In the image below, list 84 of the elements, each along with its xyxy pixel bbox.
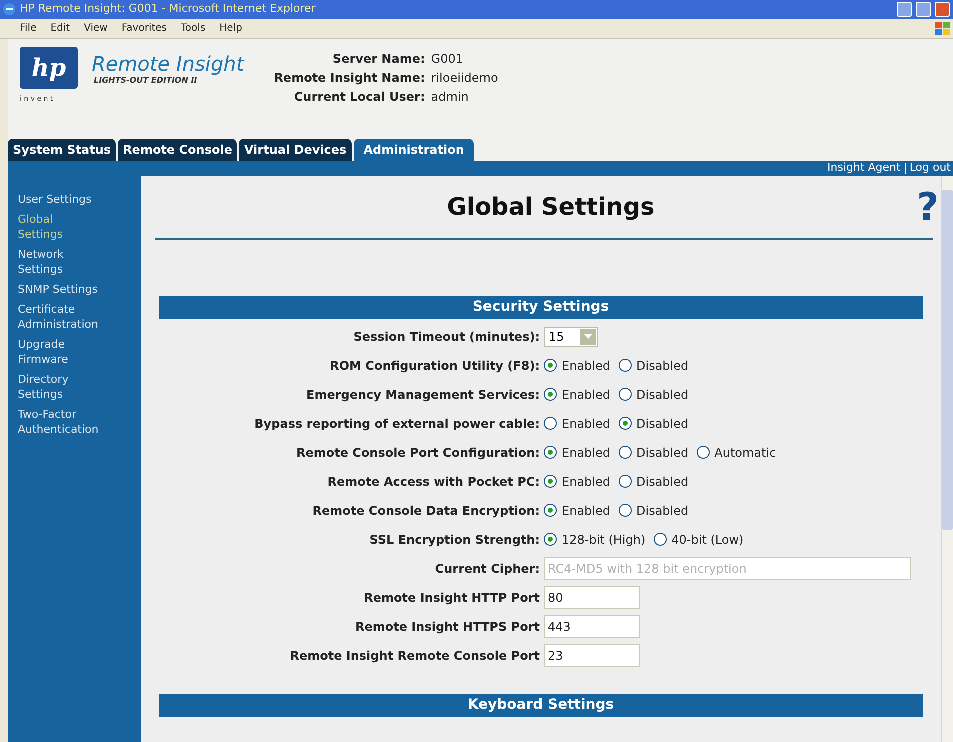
setting-label: Remote Insight Remote Console Port — [290, 648, 540, 664]
radio-button[interactable] — [544, 504, 557, 517]
radio-label: Disabled — [636, 474, 689, 490]
setting-label: ROM Configuration Utility (F8): — [330, 358, 540, 374]
help-icon[interactable]: ? — [916, 188, 939, 226]
setting-label: Emergency Management Services: — [306, 386, 540, 404]
info-value: riloeiidemo — [431, 70, 498, 87]
browser-icon — [3, 3, 16, 16]
radio-label: Disabled — [636, 502, 689, 520]
radio-button[interactable] — [618, 417, 632, 430]
nav-tab[interactable]: Virtual Devices — [239, 139, 352, 161]
product-name: Remote Insight — [92, 53, 244, 75]
timeout-select[interactable]: 15 — [544, 326, 598, 346]
menu-item[interactable]: Help — [220, 21, 242, 36]
sidebar-link[interactable]: User Settings — [18, 192, 98, 207]
setting-label: Session Timeout (minutes): — [354, 328, 540, 346]
setting-label: Remote Insight HTTP Port — [364, 590, 540, 606]
page-title: Global Settings — [446, 192, 656, 223]
radio-button[interactable] — [544, 475, 557, 488]
insight-agent-link[interactable]: Insight Agent — [828, 160, 901, 177]
radio-label: 128-bit (High) — [562, 532, 646, 548]
section-header: Keyboard Settings — [159, 694, 923, 717]
menu-item[interactable]: File — [20, 21, 37, 36]
scrollbar[interactable] — [941, 176, 953, 742]
setting-label: Remote Console Data Encryption: — [312, 502, 540, 520]
sidebar-link[interactable]: Directory Settings — [18, 372, 98, 402]
section-header: Security Settings — [159, 296, 923, 319]
radio-label: Enabled — [562, 444, 610, 462]
radio-label: Enabled — [562, 474, 610, 490]
sidebar-link[interactable]: Two-Factor Authentication — [18, 407, 98, 437]
setting-label: Remote Access with Pocket PC: — [328, 474, 540, 490]
menu-item[interactable]: Favorites — [122, 21, 168, 36]
text-field[interactable]: 443 — [544, 615, 640, 638]
edition-label: LIGHTS-OUT EDITION II — [94, 76, 198, 87]
close-button[interactable] — [935, 2, 950, 17]
radio-label: Disabled — [636, 358, 689, 374]
sidebar-link[interactable]: Global Settings — [18, 212, 98, 242]
log-out-link[interactable]: Log out — [910, 160, 951, 177]
radio-label: Enabled — [562, 386, 610, 404]
radio-button[interactable] — [618, 475, 632, 488]
text-field[interactable]: 80 — [544, 586, 640, 609]
info-label: Server Name: — [332, 51, 426, 68]
info-label: Remote Insight Name: — [274, 70, 426, 87]
setting-label: Bypass reporting of external power cable: — [254, 416, 540, 432]
menu-item[interactable]: View — [84, 21, 108, 36]
windows-flag-icon — [935, 22, 951, 36]
radio-label: Disabled — [636, 444, 689, 462]
nav-tab[interactable]: System Status — [8, 139, 116, 161]
sidebar-link[interactable]: Network Settings — [18, 247, 98, 277]
radio-button[interactable] — [696, 446, 710, 459]
radio-button[interactable] — [544, 388, 557, 401]
sidebar-link[interactable]: Upgrade Firmware — [18, 337, 98, 367]
setting-label: Remote Console Port Configuration: — [296, 444, 540, 462]
radio-button[interactable] — [654, 533, 667, 546]
info-value: admin — [431, 89, 470, 106]
nav-tab[interactable]: Administration — [354, 139, 474, 161]
radio-label: Disabled — [636, 416, 689, 432]
text-field[interactable]: 23 — [544, 644, 640, 667]
radio-label: 40-bit (Low) — [672, 532, 744, 548]
hp-logo: hp — [20, 47, 78, 89]
menu-item[interactable]: Edit — [50, 21, 70, 36]
setting-label: Current Cipher: — [435, 560, 540, 578]
setting-label: SSL Encryption Strength: — [370, 532, 540, 548]
radio-button[interactable] — [544, 359, 557, 372]
sidebar-link[interactable]: Certificate Administration — [18, 302, 98, 332]
radio-button[interactable] — [618, 446, 632, 459]
sidebar-link[interactable]: SNMP Settings — [18, 282, 98, 297]
radio-label: Enabled — [562, 416, 610, 432]
radio-button[interactable] — [544, 417, 557, 430]
radio-button[interactable] — [618, 388, 632, 401]
info-value: G001 — [431, 51, 464, 68]
radio-button[interactable] — [618, 504, 632, 517]
setting-label: Remote Insight HTTPS Port — [356, 618, 540, 636]
radio-label: Enabled — [562, 358, 610, 374]
radio-button[interactable] — [544, 446, 557, 459]
radio-label: Automatic — [714, 444, 776, 462]
info-label: Current Local User: — [293, 89, 426, 106]
nav-tab[interactable]: Remote Console — [118, 139, 238, 161]
window-title: HP Remote Insight: G001 - Microsoft Internet Explorer — [20, 1, 316, 18]
menu-item[interactable]: Tools — [181, 21, 206, 36]
radio-label: Disabled — [636, 386, 689, 404]
radio-button[interactable] — [544, 533, 557, 546]
radio-label: Enabled — [562, 502, 610, 520]
radio-button[interactable] — [618, 359, 632, 372]
